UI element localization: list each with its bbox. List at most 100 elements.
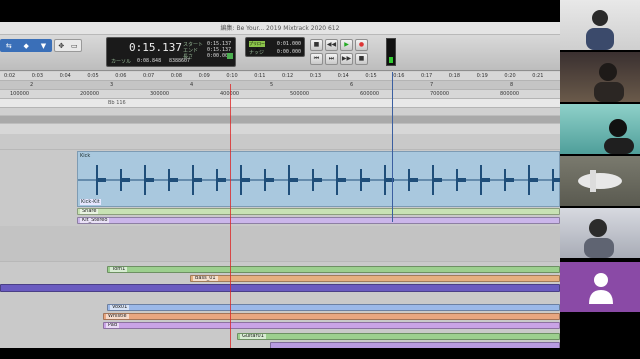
- fast-forward-button[interactable]: ▶▶: [340, 53, 353, 65]
- audio-clip[interactable]: Tom1: [107, 266, 560, 273]
- ruler-tick-label: 0:10: [226, 73, 238, 79]
- edit-mode-buttons[interactable]: ⇆ ◆ ▼: [0, 39, 52, 52]
- ruler-tick-label: 0:19: [476, 73, 488, 79]
- nudge-value[interactable]: 0:00.000: [277, 49, 301, 55]
- track-lane[interactable]: [0, 226, 560, 262]
- length-label: 長さ: [183, 54, 194, 60]
- clip-name: Kick: [80, 153, 91, 159]
- ruler-row: [0, 116, 560, 124]
- person-silhouette: [594, 63, 624, 102]
- tempo-marker[interactable]: Bb 116: [108, 100, 126, 106]
- ruler-tick-label: 700000: [430, 91, 450, 97]
- samples-ruler[interactable]: 1000002000003000004000005000006000007000…: [0, 90, 560, 99]
- ruler-row: [0, 108, 560, 116]
- play-button[interactable]: ▶: [340, 39, 353, 51]
- participant-video-5[interactable]: [560, 208, 640, 258]
- shuffle-mode-icon[interactable]: ⇆: [6, 42, 12, 50]
- playhead-line[interactable]: [230, 84, 231, 348]
- audio-clip[interactable]: Bass_01: [190, 275, 560, 282]
- ruler-tick-label: 0:14: [337, 73, 349, 79]
- participant-video-3[interactable]: [560, 104, 640, 154]
- ruler-tick-label: 0:17: [421, 73, 433, 79]
- ruler-tick-label: 0:15: [365, 73, 377, 79]
- cursor-label: カーソル: [111, 59, 132, 65]
- toolbar: ⇆ ◆ ▼ ✥ ▭ 0:15.137 カーソル 0:08.848 8388607…: [0, 35, 560, 71]
- insertion-line[interactable]: [392, 72, 393, 222]
- stop-button[interactable]: ■: [310, 39, 323, 51]
- preroll-value[interactable]: 0:01.000: [277, 41, 301, 47]
- participant-video-6[interactable]: [560, 262, 640, 312]
- link-indicator[interactable]: [227, 53, 233, 59]
- participant-video-4[interactable]: [560, 156, 640, 206]
- waveform: [78, 165, 560, 195]
- edit-tool-buttons[interactable]: ✥ ▭: [54, 39, 82, 52]
- ruler-tick-label: 0:20: [504, 73, 516, 79]
- ruler-tick-label: 0:11: [254, 73, 266, 79]
- tracks-area[interactable]: Kick Kick-Kit Snare Kit_Stereo Tom1 Bass…: [0, 134, 560, 348]
- clip-name: Kick-Kit: [80, 199, 101, 205]
- ruler-tick-label: 3: [110, 82, 114, 88]
- ruler-tick-label: 500000: [290, 91, 310, 97]
- preroll-label[interactable]: プリロール: [249, 41, 265, 52]
- audio-clip[interactable]: [0, 284, 560, 292]
- audio-clip[interactable]: Kit_Stereo: [77, 217, 560, 224]
- audio-clip[interactable]: Snare: [77, 208, 560, 215]
- selector-icon[interactable]: ▭: [71, 42, 78, 50]
- ruler-tick-label: 8: [510, 82, 514, 88]
- ruler-tick-label: 300000: [150, 91, 170, 97]
- participant-video-2[interactable]: [560, 52, 640, 102]
- audio-clip[interactable]: Whistle: [103, 313, 560, 320]
- ruler-tick-label: 0:08: [170, 73, 183, 79]
- main-counter[interactable]: 0:15.137 カーソル 0:08.848 8388607 スタート エンド …: [106, 37, 236, 67]
- ruler-tick-label: 0:21: [532, 73, 544, 79]
- track-lane[interactable]: [0, 134, 560, 150]
- audio-clip[interactable]: [270, 342, 560, 348]
- person-silhouette: [584, 219, 614, 258]
- ruler-tick-label: 200000: [80, 91, 100, 97]
- ruler-tick-label: 0:16: [393, 73, 405, 79]
- waveform-baseline: [78, 179, 560, 181]
- grid-mode-icon[interactable]: ◆: [24, 42, 29, 50]
- ruler-tick-label: 6: [350, 82, 354, 88]
- dropdown-icon[interactable]: ▼: [41, 42, 46, 50]
- grabber-icon[interactable]: ✥: [58, 42, 64, 50]
- audio-clip[interactable]: Guitar01: [237, 333, 560, 340]
- ruler-tick-label: 0:18: [448, 73, 461, 79]
- participant-video-1[interactable]: [560, 0, 640, 50]
- audio-clip[interactable]: Pad: [103, 322, 560, 329]
- person-silhouette: [586, 10, 614, 50]
- window-title: 編集: Be Your... 2019 Mixtrack 2020 612: [0, 22, 560, 35]
- record-button[interactable]: ●: [355, 39, 368, 51]
- ruler-tick-label: 100000: [10, 91, 30, 97]
- ruler-tick-label: 0:12: [282, 73, 294, 79]
- avatar-icon: [589, 273, 613, 304]
- marker-strip[interactable]: Bb 116: [0, 99, 560, 108]
- audio-clip-kick[interactable]: Kick Kick-Kit: [77, 151, 560, 207]
- return-to-zero-button[interactable]: ⏮: [310, 53, 323, 65]
- ruler-tick-label: 0:13: [309, 73, 322, 79]
- ruler-tick-label: 0:02: [4, 73, 16, 79]
- preroll-counter[interactable]: プリロール 0:01.000 ナッジ 0:00.000: [245, 37, 305, 57]
- ruler-tick-label: 0:03: [31, 73, 44, 79]
- video-gallery: [560, 0, 640, 359]
- daw-window: 編集: Be Your... 2019 Mixtrack 2020 612 ⇆ …: [0, 22, 560, 348]
- audio-clip[interactable]: Vox01: [107, 304, 560, 311]
- ruler-tick-label: 0:05: [87, 73, 99, 79]
- ruler-tick-label: 4: [190, 82, 194, 88]
- rewind-button[interactable]: ◀◀: [325, 39, 338, 51]
- ruler-tick-label: 2: [30, 82, 34, 88]
- cursor-value: 0:08.848: [137, 58, 162, 64]
- output-meter: [386, 38, 396, 66]
- go-to-end-button[interactable]: ⏭: [325, 53, 338, 65]
- online-button[interactable]: ■: [355, 53, 368, 65]
- person-silhouette: [604, 119, 634, 154]
- ruler-tick-label: 0:07: [143, 73, 155, 79]
- minsecs-ruler[interactable]: 0:02 0:03 0:04 0:05 0:06 0:07 0:08 0:09 0:10 0:11…: [0, 72, 560, 81]
- transport-controls: ■ ◀◀ ▶ ● ⏮ ⏭ ▶▶ ■: [310, 39, 370, 65]
- ruler-tick-label: 7: [430, 82, 434, 88]
- airplane-image: [578, 170, 622, 192]
- timeline-rulers[interactable]: 0:02 0:03 0:04 0:05 0:06 0:07 0:08 0:09 0:10 0:11…: [0, 72, 560, 134]
- ruler-tick-label: 600000: [360, 91, 380, 97]
- bars-ruler[interactable]: 2 3 4 5 6 7 8: [0, 81, 560, 90]
- ruler-tick-label: 0:09: [198, 73, 210, 79]
